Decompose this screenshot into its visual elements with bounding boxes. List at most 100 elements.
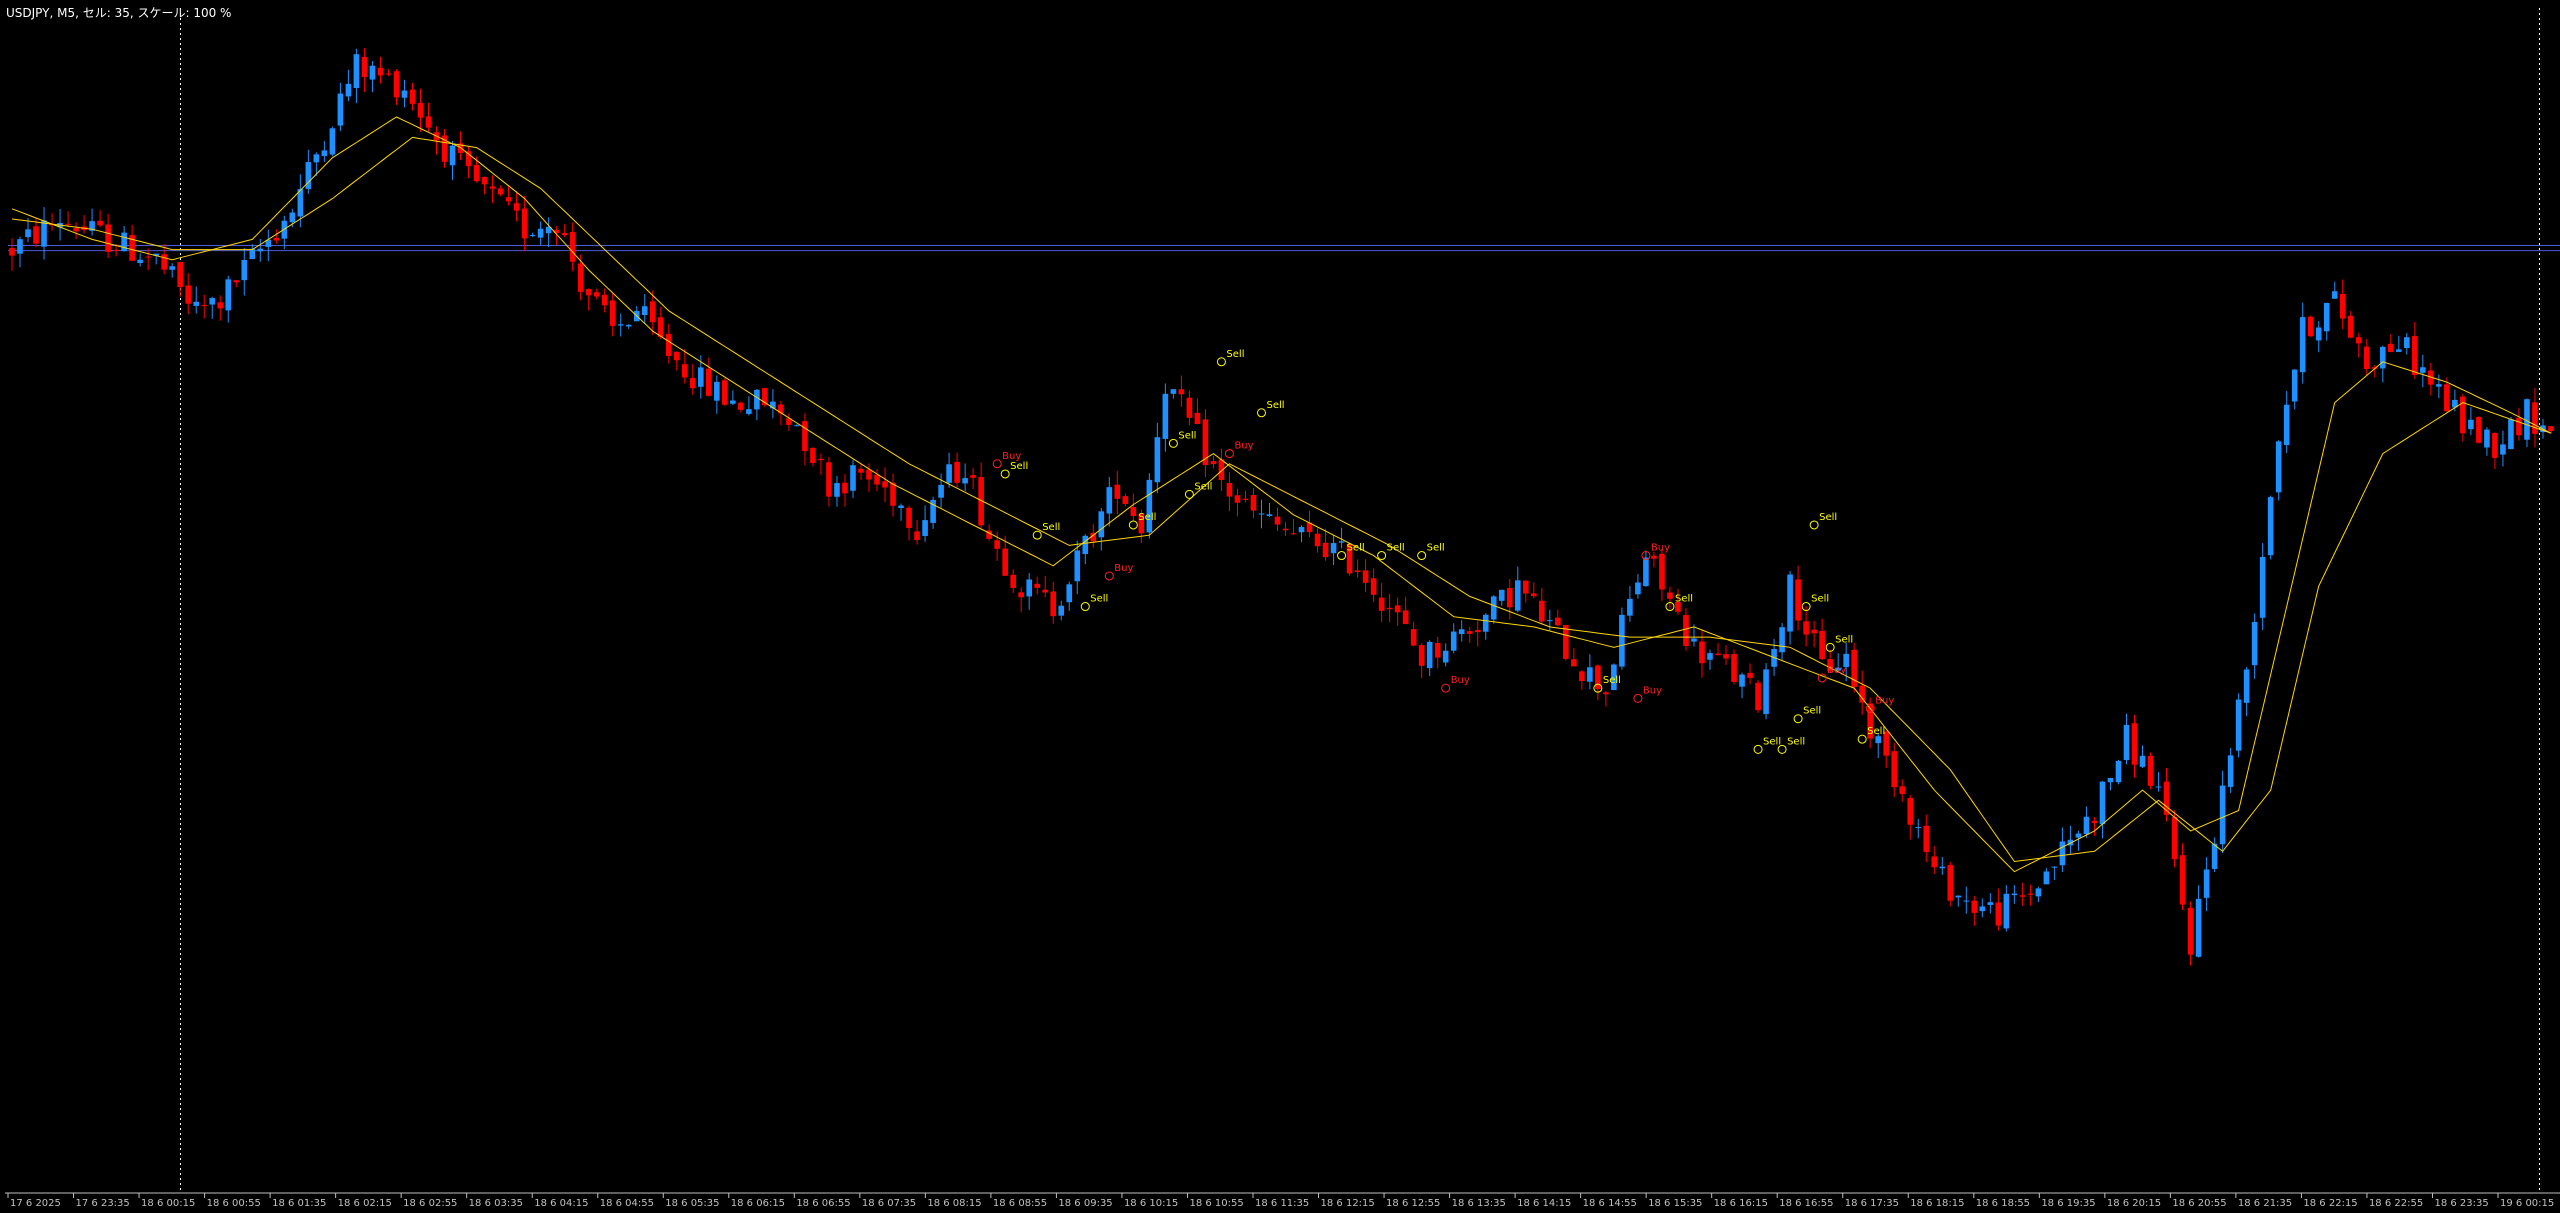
candle-body [9, 247, 15, 256]
sell-signal-label: Sell [1427, 543, 1445, 554]
time-tick-label: 18 6 06:55 [796, 1198, 850, 1209]
candle-body [329, 128, 336, 155]
candle-body [537, 228, 544, 238]
candle-body [1587, 667, 1593, 682]
candle-body [2396, 349, 2402, 352]
time-tick-label: 17 6 2025 [10, 1198, 61, 1209]
candle-body [2027, 893, 2034, 895]
candle-body [321, 150, 328, 156]
candle-body [1939, 866, 1946, 869]
sell-signal-label: Sell [1835, 634, 1853, 645]
candle-body [1915, 827, 1922, 829]
candle-body [690, 378, 696, 389]
candle-body [994, 540, 1000, 549]
candle-body [2147, 756, 2154, 786]
sell-signal-label: Sell [1178, 430, 1196, 441]
candle-body [2363, 346, 2370, 370]
candle-body [922, 520, 928, 536]
candle-body [2187, 907, 2194, 955]
candle-body [353, 54, 360, 89]
candle-body [826, 462, 832, 497]
candle-body [569, 232, 576, 262]
candle-body [1154, 437, 1161, 483]
candle-body [2091, 820, 2098, 824]
candle-body [2355, 337, 2362, 344]
buy-signal-label: Buy [1002, 451, 1021, 462]
candle-body [1787, 574, 1793, 632]
candle-body [169, 266, 175, 270]
candle-body [1378, 597, 1385, 611]
candle-body [1186, 397, 1193, 418]
candle-body [2115, 760, 2122, 783]
candle-body [1891, 751, 1898, 788]
candle-body [1995, 902, 2002, 926]
candle-body [1370, 578, 1377, 595]
time-tick-label: 18 6 05:35 [665, 1198, 719, 1209]
time-tick-label: 18 6 20:55 [2172, 1198, 2226, 1209]
candle-body [1595, 665, 1601, 690]
candle-body [1979, 906, 1986, 912]
time-tick-label: 18 6 16:15 [1714, 1198, 1768, 1209]
candle-body [890, 482, 896, 506]
candle-body [2283, 404, 2290, 446]
candle-body [1210, 461, 1217, 465]
candle-body [1803, 621, 1809, 635]
candle-body [385, 73, 392, 75]
candle-body [1242, 498, 1249, 500]
candle-body [1899, 786, 1906, 795]
candle-body [1651, 555, 1657, 559]
buy-signal-label: Buy [1651, 543, 1670, 554]
candle-body [1354, 570, 1361, 573]
candle-body [1643, 557, 1649, 587]
candle-body [425, 116, 432, 128]
candle-body [1667, 592, 1673, 599]
candle-body [1266, 514, 1273, 516]
candle-body [73, 228, 79, 232]
candle-body [1330, 543, 1337, 554]
buy-signal-label: Buy [1827, 665, 1846, 676]
candle-body [137, 259, 143, 263]
candle-body [401, 90, 408, 98]
time-tick-label: 18 6 19:35 [2041, 1198, 2095, 1209]
candle-body [521, 208, 528, 239]
candle-body [1194, 412, 1201, 425]
chart-window[interactable]: Sell Sell Buy Sell Sell Sell Sell Buy Sell Sell Bu… [0, 0, 2560, 1209]
candle-body [898, 505, 904, 508]
sell-signal-label: Sell [1803, 706, 1821, 717]
sell-signal-label: Sell [1787, 736, 1805, 747]
candle-body [794, 425, 800, 427]
candle-body [1074, 550, 1081, 582]
candle-body [2203, 869, 2210, 898]
candle-body [1539, 600, 1545, 622]
candle-body [297, 189, 304, 217]
sell-signal-label: Sell [1266, 400, 1284, 411]
candle-body [2347, 315, 2354, 338]
candle-body [1490, 596, 1497, 620]
time-tick-label: 18 6 10:15 [1124, 1198, 1178, 1209]
candle-body [2259, 556, 2266, 618]
candle-body [1723, 654, 1729, 659]
candle-body [1418, 645, 1425, 666]
candle-body [882, 481, 888, 488]
candle-body [2011, 893, 2018, 896]
candle-body [217, 302, 224, 309]
candle-body [1274, 516, 1281, 525]
candle-body [1707, 653, 1713, 660]
candle-body [497, 188, 504, 195]
time-tick-label: 18 6 11:35 [1255, 1198, 1309, 1209]
price-chart[interactable]: Sell Sell Buy Sell Sell Sell Sell Buy Sell Sell Bu… [0, 0, 2560, 1209]
candle-body [241, 259, 248, 281]
sell-signal-label: Sell [1811, 594, 1829, 605]
candle-body [1162, 393, 1169, 439]
sell-signal-label: Sell [1819, 512, 1837, 523]
candle-body [65, 223, 71, 225]
candle-body [962, 478, 968, 484]
candle-body [2227, 755, 2234, 787]
candle-body [1450, 631, 1457, 651]
candle-body [1955, 895, 1962, 898]
candle-body [657, 317, 664, 337]
sell-signal-label: Sell [1387, 543, 1405, 554]
sell-signal-label: Sell [1675, 594, 1693, 605]
time-tick-label: 18 6 08:15 [927, 1198, 981, 1209]
candle-body [1947, 865, 1954, 901]
